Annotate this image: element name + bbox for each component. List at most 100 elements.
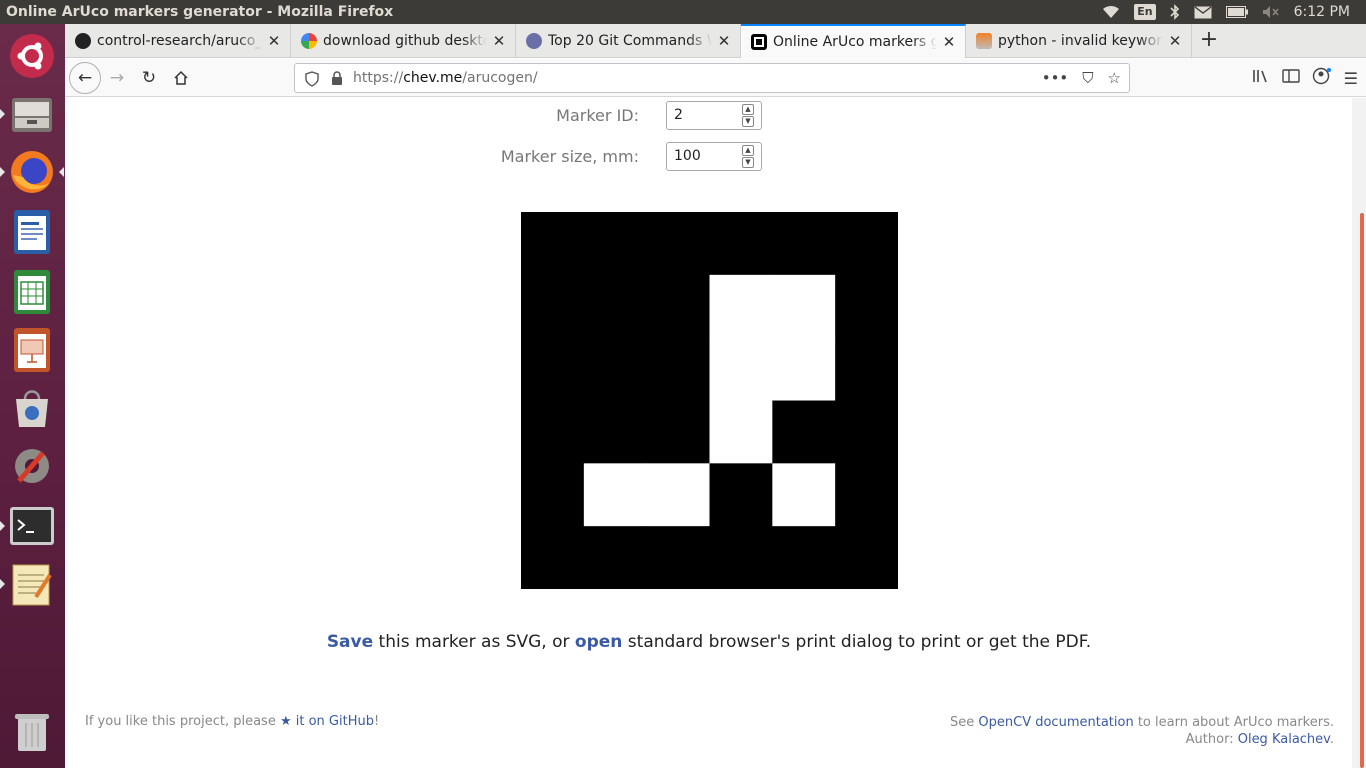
- page-scrollbar[interactable]: [1352, 98, 1366, 768]
- page-content: Marker ID: 2 ▲ ▼ Marker size, mm: 100 ▲ …: [65, 98, 1366, 768]
- url-host: chev.me: [403, 70, 463, 86]
- battery-icon[interactable]: [1225, 4, 1248, 20]
- bookmark-star-icon[interactable]: ☆: [1108, 69, 1121, 87]
- scrollbar-thumb[interactable]: [1360, 213, 1364, 768]
- tab-close-icon[interactable]: ✕: [941, 33, 957, 51]
- tab-python-invalid[interactable]: python - invalid keyword ✕: [966, 24, 1192, 58]
- url-scheme: https://: [353, 70, 404, 86]
- mail-icon[interactable]: [1194, 4, 1212, 20]
- marker-cell: [709, 526, 773, 589]
- marker-cell: [772, 463, 836, 527]
- reload-icon: ↻: [141, 67, 157, 88]
- url-bar[interactable]: https://chev.me/arucogen/ ••• ⛉ ☆: [294, 63, 1130, 93]
- tab-label: Top 20 Git Commands With: [548, 33, 712, 49]
- aruco-marker: [521, 212, 898, 589]
- tab-close-icon[interactable]: ✕: [266, 32, 282, 50]
- window-title: Online ArUco markers generator - Mozilla…: [6, 4, 394, 20]
- marker-cell: [772, 526, 836, 589]
- marker-cell: [646, 274, 710, 339]
- menu-icon[interactable]: ☰: [1344, 69, 1358, 88]
- url-text[interactable]: https://chev.me/arucogen/: [353, 70, 538, 86]
- marker-cell: [646, 337, 710, 401]
- impress-icon[interactable]: [6, 324, 58, 376]
- tab-close-icon[interactable]: ✕: [716, 32, 732, 50]
- back-button[interactable]: ←: [69, 61, 101, 94]
- marker-id-label: Marker ID:: [556, 106, 639, 125]
- software-center-icon[interactable]: [6, 382, 58, 434]
- calc-icon[interactable]: [6, 266, 58, 318]
- home-button[interactable]: [165, 62, 197, 94]
- tab-control-research[interactable]: control-research/aruco_m ✕: [65, 24, 291, 58]
- marker-cell: [772, 400, 836, 464]
- reload-button[interactable]: ↻: [133, 62, 165, 94]
- marker-cell: [772, 337, 836, 401]
- trash-icon[interactable]: [6, 706, 58, 758]
- footer-text: .: [1329, 732, 1334, 747]
- marker-cell: [835, 526, 898, 589]
- pocket-icon[interactable]: ⛉: [1082, 69, 1093, 87]
- marker-cell: [709, 463, 773, 527]
- account-icon[interactable]: [1312, 67, 1332, 89]
- instructions-text: this marker as SVG, or: [373, 632, 575, 652]
- marker-cell: [646, 212, 710, 276]
- clock[interactable]: 6:12 PM: [1294, 4, 1350, 20]
- writer-icon[interactable]: [6, 206, 58, 258]
- footer-text: to learn about ArUco markers.: [1133, 715, 1334, 730]
- spin-down-icon[interactable]: ▼: [742, 116, 754, 127]
- footer-author-line: Author: Oleg Kalachev.: [950, 731, 1334, 748]
- marker-cell: [521, 526, 585, 589]
- edureka-icon: [526, 33, 542, 49]
- marker-cell: [772, 274, 836, 339]
- lock-icon[interactable]: [331, 71, 343, 86]
- url-actions: ••• ⛉ ☆: [1042, 69, 1129, 87]
- text-editor-icon[interactable]: [0, 558, 58, 610]
- marker-cell: [835, 274, 898, 339]
- tab-close-icon[interactable]: ✕: [491, 32, 507, 50]
- google-icon: [301, 33, 317, 49]
- panel-indicators: En 6:12 PM: [1102, 4, 1366, 20]
- settings-icon[interactable]: [6, 440, 58, 492]
- marker-cell: [521, 400, 585, 464]
- forward-arrow-icon: →: [109, 67, 125, 88]
- navigation-toolbar: ← → ↻ https://chev.me/arucogen/ ••• ⛉ ☆ …: [65, 59, 1366, 97]
- tab-top-20-git[interactable]: Top 20 Git Commands With ✕: [516, 24, 741, 58]
- tab-close-icon[interactable]: ✕: [1167, 32, 1183, 50]
- sidebar-icon[interactable]: [1281, 68, 1300, 88]
- marker-id-input[interactable]: 2 ▲ ▼: [666, 101, 762, 130]
- marker-cell: [709, 274, 773, 339]
- tab-aruco-generator[interactable]: Online ArUco markers gen ✕: [741, 24, 966, 58]
- bluetooth-icon[interactable]: [1170, 4, 1180, 20]
- author-link[interactable]: Oleg Kalachev: [1238, 732, 1330, 747]
- home-icon: [174, 70, 188, 85]
- save-link[interactable]: Save: [327, 632, 373, 652]
- keyboard-layout-indicator[interactable]: En: [1134, 4, 1156, 20]
- firefox-icon[interactable]: [0, 146, 64, 198]
- spin-up-icon[interactable]: ▲: [742, 104, 754, 115]
- wifi-icon[interactable]: [1102, 4, 1120, 20]
- marker-cell: [521, 337, 585, 401]
- footer-docs-line: See OpenCV documentation to learn about …: [950, 714, 1334, 731]
- terminal-icon[interactable]: [0, 500, 58, 552]
- marker-cell: [583, 400, 648, 464]
- library-icon[interactable]: [1252, 68, 1270, 88]
- ubuntu-dash-icon[interactable]: [6, 30, 58, 82]
- new-tab-button[interactable]: +: [1192, 24, 1226, 57]
- open-print-link[interactable]: open: [575, 632, 622, 652]
- shield-icon[interactable]: [305, 71, 319, 87]
- opencv-docs-link[interactable]: OpenCV documentation: [978, 715, 1133, 730]
- spin-up-icon[interactable]: ▲: [742, 145, 754, 156]
- marker-size-input[interactable]: 100 ▲ ▼: [666, 142, 762, 171]
- footer-text: See: [950, 715, 979, 730]
- tab-label: download github desktop: [323, 33, 487, 49]
- forward-button[interactable]: →: [101, 62, 133, 94]
- files-icon[interactable]: [0, 88, 58, 140]
- volume-muted-icon[interactable]: [1262, 4, 1280, 20]
- save-instructions: Save this marker as SVG, or open standar…: [65, 632, 1353, 652]
- marker-cell: [583, 212, 648, 276]
- github-star-link[interactable]: ★ it on GitHub: [280, 714, 374, 729]
- page-actions-icon[interactable]: •••: [1042, 69, 1069, 87]
- marker-size-label: Marker size, mm:: [500, 147, 639, 166]
- spin-down-icon[interactable]: ▼: [742, 157, 754, 168]
- tab-strip: control-research/aruco_m ✕ download gith…: [65, 24, 1366, 58]
- tab-download-github[interactable]: download github desktop ✕: [291, 24, 516, 58]
